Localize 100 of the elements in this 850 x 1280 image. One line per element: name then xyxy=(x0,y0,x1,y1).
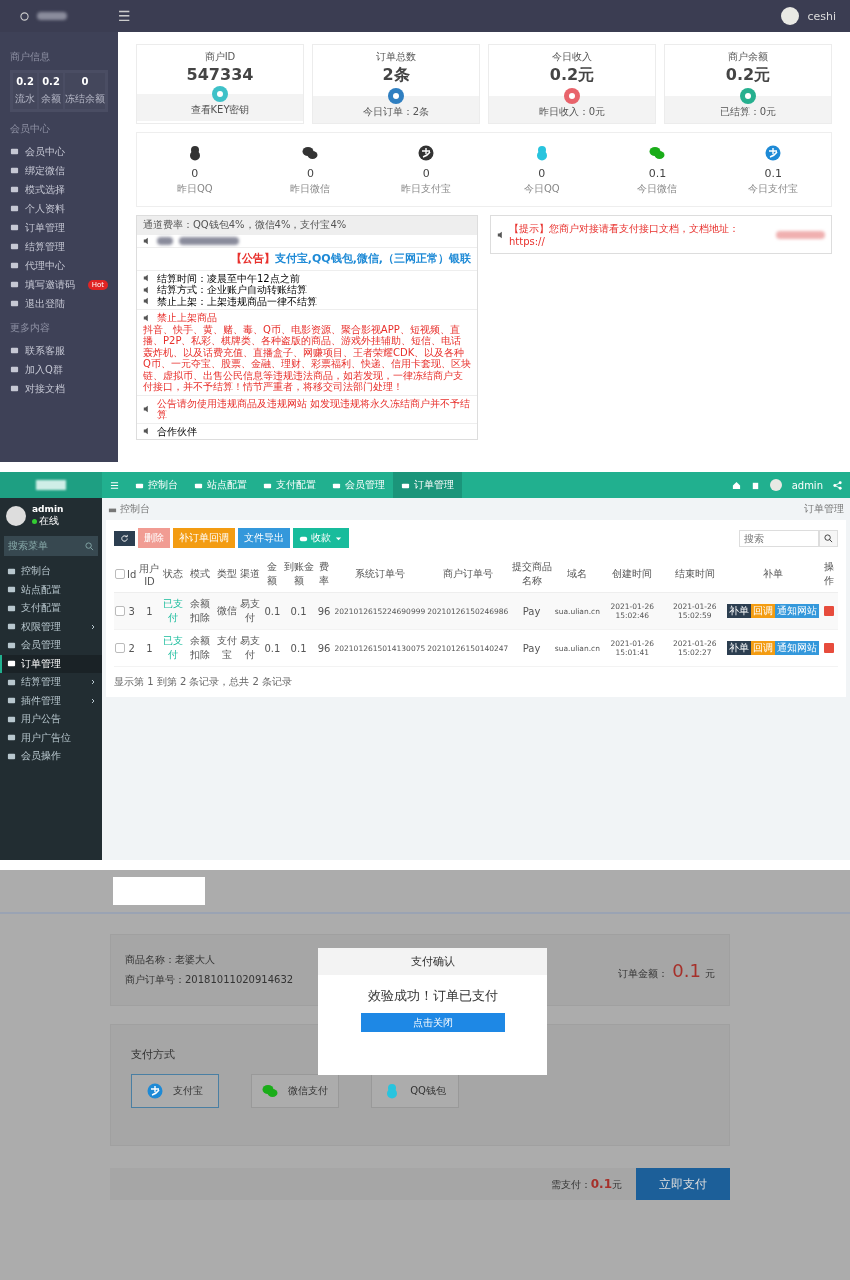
stat-value: 0.1 xyxy=(648,167,667,180)
checkbox[interactable] xyxy=(115,569,125,579)
sidebar-item[interactable]: 个人资料 xyxy=(10,199,108,218)
dialog-message: 效验成功！订单已支付 xyxy=(367,987,498,1005)
breadcrumb[interactable]: 控制台 xyxy=(120,502,150,516)
menu-icon[interactable]: ☰ xyxy=(118,8,131,24)
section-title: 会员中心 xyxy=(10,122,51,136)
menu-item[interactable]: 会员管理 xyxy=(0,636,102,655)
blurred-logo xyxy=(36,480,66,490)
payment-option[interactable]: QQ钱包 xyxy=(371,1074,459,1108)
notice-headline: 【公告】支付宝,QQ钱包,微信,（三网正常）银联 xyxy=(137,247,477,270)
table-cell: 1 xyxy=(137,629,162,667)
profile-name: admin xyxy=(32,504,64,514)
delete-button[interactable] xyxy=(824,606,835,616)
menu-icon xyxy=(10,204,19,213)
search-button[interactable] xyxy=(819,529,838,547)
table-cell: 微信 xyxy=(214,592,239,630)
notice-line: 禁止上架：上架违规商品一律不结算 xyxy=(157,295,317,307)
sidebar-item[interactable]: 对接文档 xyxy=(10,379,108,398)
stat-label: 今日QQ xyxy=(523,182,560,196)
menu-item[interactable]: 用户广告位 xyxy=(0,728,102,747)
home-icon[interactable] xyxy=(731,480,741,490)
delete-button[interactable] xyxy=(824,643,835,653)
column-header: 系统订单号 xyxy=(333,556,427,593)
table-cell: 1 xyxy=(137,592,162,630)
column-header: 商户订单号 xyxy=(426,556,510,593)
avatar xyxy=(6,506,26,526)
speaker-icon xyxy=(143,237,151,245)
section-title: 更多内容 xyxy=(10,321,51,335)
sidebar-item[interactable]: 加入Q群 xyxy=(10,360,108,379)
notice-line: 结算时间：凌晨至中午12点之前 xyxy=(157,272,300,284)
chevron-icon xyxy=(90,679,96,686)
column-header: 费率 xyxy=(314,556,334,593)
menu-item[interactable]: 支付配置 xyxy=(0,599,102,618)
table-cell: 易支付 xyxy=(238,592,263,630)
close-button[interactable]: 点击关闭 xyxy=(360,1013,505,1032)
action-button[interactable]: 补单 xyxy=(727,604,752,618)
column-header: 创建时间 xyxy=(600,556,664,593)
sidebar-item[interactable]: 联系客服 xyxy=(10,341,108,360)
action-button[interactable]: 补单 xyxy=(727,641,752,655)
card-title: 订单总数 xyxy=(376,50,416,64)
username[interactable]: ceshi xyxy=(807,9,836,23)
card-title: 商户余额 xyxy=(728,50,768,64)
notice-header: 通道费率：QQ钱包4%，微信4%，支付宝4% xyxy=(137,216,477,234)
refresh-button[interactable] xyxy=(114,530,135,546)
stat-label: 昨日支付宝 xyxy=(401,182,452,196)
trash-icon[interactable] xyxy=(750,480,760,490)
table-cell: 3 xyxy=(126,592,138,630)
card-value: 0.2元 xyxy=(549,65,595,86)
pay-button[interactable]: 立即支付 xyxy=(636,1168,730,1200)
sidebar-item[interactable]: 订单管理 xyxy=(10,218,108,237)
menu-item[interactable]: 权限管理 xyxy=(0,617,102,636)
card-footer[interactable]: 今日订单：2条 xyxy=(313,96,479,123)
menu-item[interactable]: 结算管理 xyxy=(0,673,102,692)
section-title: 支付方式 xyxy=(131,1047,176,1062)
sidebar-item[interactable]: 模式选择 xyxy=(10,180,108,199)
payment-option[interactable]: 微信支付 xyxy=(251,1074,339,1108)
sidebar-item[interactable]: 退出登陆 xyxy=(10,294,108,313)
menu-icon xyxy=(10,166,19,175)
search-field[interactable]: 搜索 xyxy=(739,529,819,547)
menu-item[interactable]: 插件管理 xyxy=(0,691,102,710)
notice-line: 结算方式：企业账户自动转账结算 xyxy=(157,284,307,296)
round-logo-icon xyxy=(147,1083,163,1099)
speaker-icon xyxy=(497,230,505,239)
search-icon[interactable] xyxy=(85,541,94,551)
menu-icon[interactable] xyxy=(110,480,119,490)
menu-item[interactable]: 订单管理 xyxy=(0,654,102,673)
column-header: 模式 xyxy=(185,556,215,593)
card-footer[interactable]: 昨日收入：0元 xyxy=(489,96,655,123)
stat-label: 昨日QQ xyxy=(176,182,213,196)
menu-item[interactable]: 用户公告 xyxy=(0,710,102,729)
share-icon[interactable] xyxy=(833,480,842,490)
chevron-icon xyxy=(90,697,96,704)
sidebar-item[interactable]: 结算管理 xyxy=(10,237,108,256)
section-title: 商户信息 xyxy=(10,50,51,64)
menu-item[interactable]: 控制台 xyxy=(0,562,102,581)
nav-tab[interactable]: 订单管理 xyxy=(393,472,462,498)
checkbox[interactable] xyxy=(115,606,125,616)
menu-item[interactable]: 会员操作 xyxy=(0,747,102,766)
avatar[interactable] xyxy=(781,7,800,25)
table-cell: 2 xyxy=(126,629,138,667)
sidebar-item[interactable]: 绑定微信 xyxy=(10,161,108,180)
currency: 元 xyxy=(705,966,715,981)
payment-option[interactable]: 支付宝 xyxy=(131,1074,219,1108)
sidebar-item[interactable]: 会员中心 xyxy=(10,142,108,161)
table-cell: 0.1 xyxy=(282,629,315,667)
column-header: Id xyxy=(126,556,138,593)
card-footer[interactable]: 已结算：0元 xyxy=(665,96,831,123)
table-cell: 已支付 xyxy=(161,592,186,630)
card-footer[interactable]: 查看KEY密钥 xyxy=(137,94,303,121)
checkbox[interactable] xyxy=(115,643,125,653)
search-icon xyxy=(824,533,833,543)
stat-value: 0 xyxy=(422,167,430,180)
menu-item[interactable]: 站点配置 xyxy=(0,580,102,599)
menu-search-field[interactable]: 搜索菜单 xyxy=(4,536,98,556)
notice-title: 禁止上架商品 xyxy=(157,312,217,324)
chat-bubbles-icon xyxy=(262,1083,278,1099)
sidebar-item[interactable]: 代理中心 xyxy=(10,256,108,275)
column-header: 域名 xyxy=(553,556,601,593)
menu-icon xyxy=(10,365,19,374)
